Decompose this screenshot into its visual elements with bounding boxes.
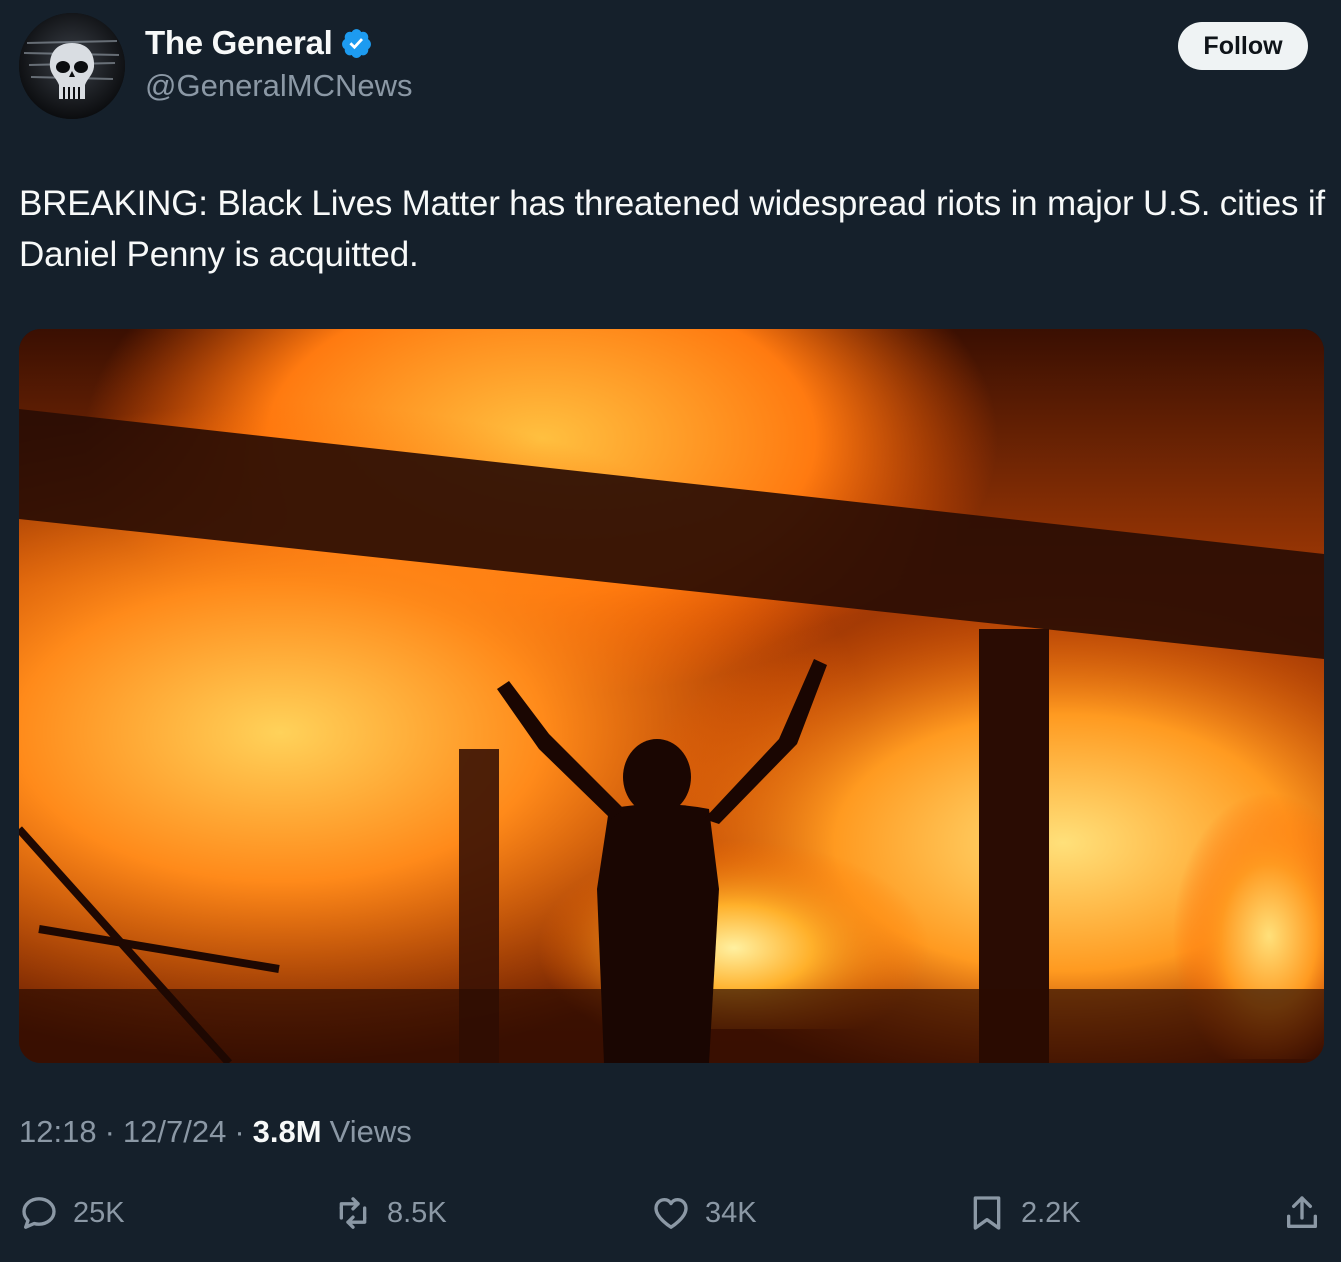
bookmark-count: 2.2K <box>1021 1196 1081 1229</box>
tweet-image[interactable] <box>19 329 1324 1063</box>
reply-button[interactable]: 25K <box>19 1186 125 1240</box>
tweet-time[interactable]: 12:18 <box>19 1114 97 1150</box>
tweet-actions: 25K 8.5K 34K 2.2K <box>0 1186 1341 1240</box>
like-icon <box>654 1198 688 1229</box>
author-name-row: The General <box>145 24 373 62</box>
repost-count: 8.5K <box>387 1196 447 1229</box>
avatar-skull-image <box>19 13 125 119</box>
author-display-name[interactable]: The General <box>145 24 333 62</box>
share-button[interactable] <box>1282 1186 1322 1240</box>
repost-icon <box>339 1197 367 1229</box>
tweet-text: BREAKING: Black Lives Matter has threate… <box>19 184 1325 274</box>
views-label: Views <box>329 1114 412 1149</box>
bookmark-button[interactable]: 2.2K <box>967 1186 1081 1240</box>
reply-count: 25K <box>73 1196 125 1229</box>
share-icon <box>1287 1196 1317 1228</box>
bookmark-icon <box>973 1196 1001 1230</box>
tweet-meta: 12:18 · 12/7/24 · 3.8M Views <box>19 1114 412 1150</box>
meta-separator: · <box>104 1114 115 1149</box>
verified-badge-icon[interactable] <box>340 27 373 60</box>
author-avatar[interactable] <box>19 13 125 119</box>
follow-button[interactable]: Follow <box>1178 22 1308 70</box>
tweet-date[interactable]: 12/7/24 <box>123 1114 226 1150</box>
burning-building-photo <box>19 329 1324 1063</box>
like-count: 34K <box>705 1196 757 1229</box>
repost-button[interactable]: 8.5K <box>333 1186 447 1240</box>
meta-separator: · <box>234 1114 245 1149</box>
author-handle[interactable]: @GeneralMCNews <box>145 68 412 104</box>
views-count[interactable]: 3.8M <box>253 1114 322 1150</box>
like-button[interactable]: 34K <box>651 1186 757 1240</box>
reply-icon <box>22 1197 56 1229</box>
